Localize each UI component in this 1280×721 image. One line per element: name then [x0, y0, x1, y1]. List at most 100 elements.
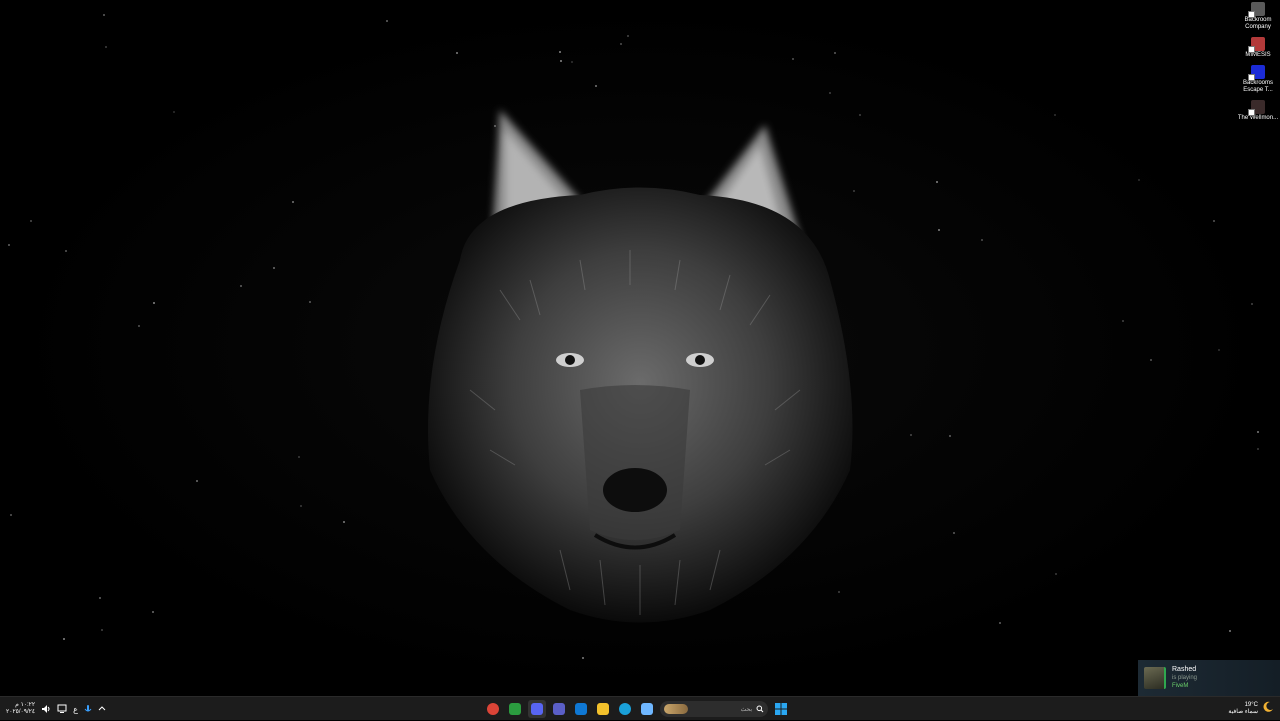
volume-icon[interactable]	[41, 704, 51, 714]
game-icon	[1248, 2, 1265, 18]
desktop-icon-label: Backrooms Escape T...	[1242, 80, 1273, 93]
star	[1213, 220, 1215, 222]
desktop-icon[interactable]: Backroom Company	[1236, 2, 1280, 31]
star	[1251, 303, 1253, 305]
search-placeholder: بحث	[740, 706, 752, 713]
star	[153, 302, 155, 304]
star	[1257, 448, 1259, 450]
network-icon[interactable]	[57, 704, 67, 714]
star	[386, 20, 388, 22]
star	[10, 514, 12, 516]
copilot-icon	[641, 703, 653, 715]
taskbar-app-teams[interactable]	[550, 700, 568, 718]
taskbar-app-discord[interactable]	[528, 700, 546, 718]
mic-icon[interactable]	[84, 704, 92, 714]
star	[105, 46, 107, 48]
taskbar: ١٠:٢٢ م ٢٠٢٥/٠٩/٢٤ ع بحث 19°C سماء صافية	[0, 696, 1280, 720]
edge-icon	[619, 703, 631, 715]
star	[834, 52, 836, 54]
weather-temp: 19°C	[1244, 702, 1258, 708]
desktop-icons: Backroom Company MIMESIS Backrooms Escape …	[1236, 2, 1280, 122]
clock-date: ٢٠٢٥/٠٩/٢٤	[6, 709, 36, 715]
star	[953, 532, 955, 534]
taskbar-app-chrome[interactable]	[484, 700, 502, 718]
star	[910, 434, 912, 436]
system-tray: ١٠:٢٢ م ٢٠٢٥/٠٩/٢٤ ع	[6, 697, 106, 721]
taskbar-app-copilot[interactable]	[638, 700, 656, 718]
star	[1218, 349, 1220, 351]
star	[298, 456, 300, 458]
star	[63, 638, 65, 640]
taskbar-app-edge[interactable]	[616, 700, 634, 718]
game-icon	[1248, 100, 1265, 116]
shortcut-arrow-icon	[1248, 74, 1255, 81]
star	[138, 325, 140, 327]
wolf-wallpaper-image	[428, 110, 853, 623]
star	[949, 435, 951, 437]
chevron-up-icon[interactable]	[98, 705, 106, 713]
weather-desc: سماء صافية	[1228, 709, 1258, 715]
desktop-icon[interactable]: MIMESIS	[1236, 37, 1280, 59]
desktop-icon-label: The Wellmon...	[1237, 115, 1279, 121]
star	[8, 244, 10, 246]
star	[938, 229, 940, 231]
star	[309, 301, 311, 303]
star	[1150, 359, 1152, 361]
search-box[interactable]: بحث	[660, 701, 768, 717]
search-icon	[756, 700, 764, 718]
star	[1229, 630, 1231, 632]
clock[interactable]: ١٠:٢٢ م ٢٠٢٥/٠٩/٢٤	[6, 702, 35, 716]
star	[1257, 431, 1259, 433]
star	[981, 239, 983, 241]
weather-widget[interactable]: 19°C سماء صافية	[1228, 697, 1274, 721]
desktop-icon-label: MIMESIS	[1245, 52, 1271, 58]
star	[1054, 114, 1056, 116]
star	[103, 14, 105, 16]
notification-game: FiveM	[1172, 683, 1189, 689]
star	[1055, 573, 1057, 575]
game-icon	[1248, 65, 1265, 81]
star	[627, 35, 629, 37]
star	[559, 51, 561, 53]
desktop-icon[interactable]: The Wellmon...	[1236, 100, 1280, 122]
shortcut-arrow-icon	[1248, 109, 1255, 116]
star	[300, 505, 302, 507]
star	[620, 43, 622, 45]
xbox-icon	[509, 703, 521, 715]
star	[582, 657, 584, 659]
avatar	[1144, 667, 1166, 689]
shortcut-arrow-icon	[1248, 46, 1255, 53]
notification-user-name: Rashed	[1172, 666, 1197, 673]
star	[560, 60, 562, 62]
star	[999, 622, 1001, 624]
shortcut-arrow-icon	[1248, 11, 1255, 18]
star	[273, 267, 275, 269]
search-highlight-badge[interactable]	[664, 704, 688, 714]
language-indicator[interactable]: ع	[73, 705, 78, 714]
steam-notification[interactable]: Rashed is playing FiveM	[1138, 660, 1280, 696]
outlook-icon	[575, 703, 587, 715]
teams-icon	[553, 703, 565, 715]
desktop: Backroom Company MIMESIS Backrooms Escape …	[0, 0, 1280, 696]
star	[196, 480, 198, 482]
star	[1122, 320, 1124, 322]
star	[101, 629, 103, 631]
star	[571, 61, 573, 63]
taskbar-app-xbox[interactable]	[506, 700, 524, 718]
notification-status: is playing	[1172, 675, 1198, 681]
taskbar-app-outlook[interactable]	[572, 700, 590, 718]
star	[343, 521, 345, 523]
star	[456, 52, 458, 54]
star	[292, 201, 294, 203]
clock-time: ١٠:٢٢ م	[15, 702, 36, 708]
discord-icon	[531, 703, 543, 715]
star	[240, 285, 242, 287]
star	[99, 597, 101, 599]
star	[936, 181, 938, 183]
desktop-icon[interactable]: Backrooms Escape T...	[1236, 65, 1280, 94]
start-button[interactable]	[772, 700, 790, 718]
file-explorer-icon	[597, 703, 609, 715]
star	[30, 220, 32, 222]
taskbar-app-file-explorer[interactable]	[594, 700, 612, 718]
star	[1138, 179, 1140, 181]
